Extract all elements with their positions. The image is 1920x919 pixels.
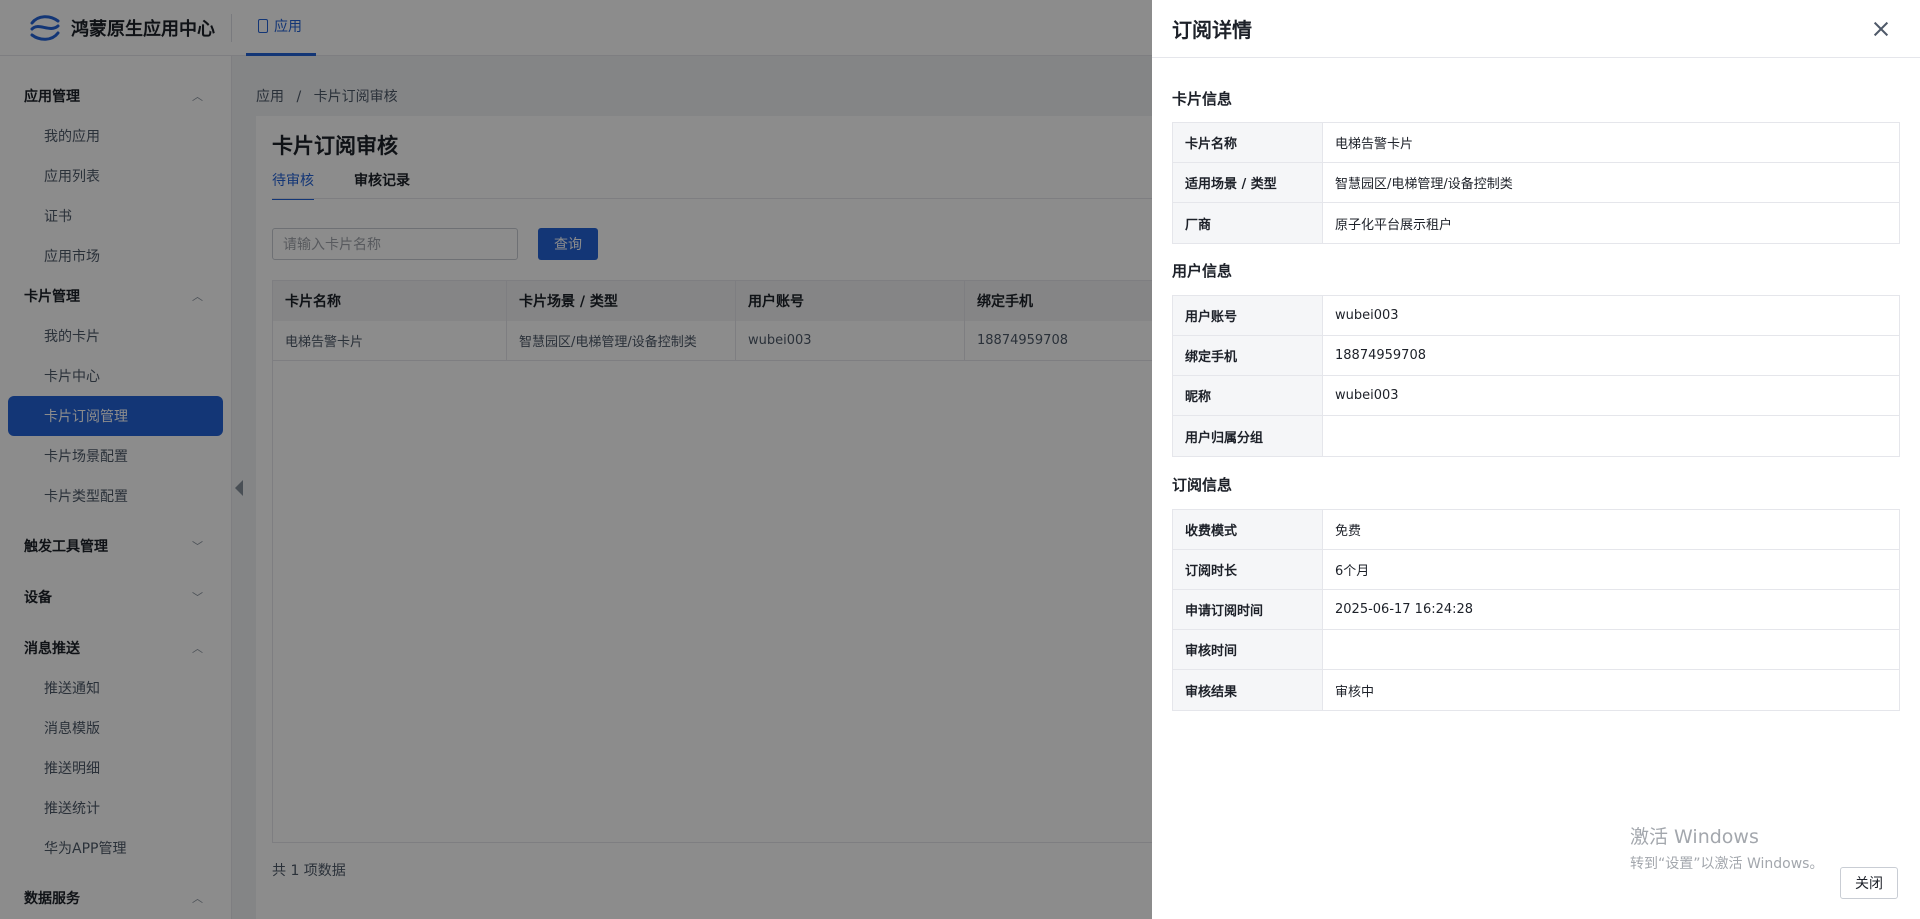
detail-value (1323, 416, 1899, 456)
windows-activation-watermark: 激活 Windows 转到“设置”以激活 Windows。 (1630, 822, 1823, 873)
detail-label: 昵称 (1173, 376, 1323, 415)
drawer-header: 订阅详情 (1152, 0, 1920, 58)
detail-value: 2025-06-17 16:24:28 (1335, 602, 1474, 617)
watermark-line2: 转到“设置”以激活 Windows。 (1630, 856, 1824, 872)
detail-value: wubei003 (1335, 388, 1399, 403)
detail-value: wubei003 (1335, 308, 1399, 323)
detail-label: 用户账号 (1173, 296, 1323, 335)
detail-value: 免费 (1335, 524, 1362, 539)
detail-label: 适用场景 / 类型 (1173, 163, 1323, 202)
detail-value: 6个月 (1335, 564, 1370, 579)
detail-row: 厂商 原子化平台展示租户 (1173, 203, 1899, 243)
detail-label: 审核结果 (1173, 670, 1323, 710)
drawer-title: 订阅详情 (1172, 18, 1252, 42)
detail-value: 电梯告警卡片 (1335, 137, 1414, 152)
detail-label: 绑定手机 (1173, 336, 1323, 375)
watermark-line1: 激活 Windows (1630, 826, 1759, 848)
user-info-table: 用户账号 wubei003 绑定手机 18874959708 昵称 wubei0… (1172, 295, 1900, 457)
detail-value (1323, 630, 1899, 669)
detail-label: 收费模式 (1173, 510, 1323, 549)
detail-row: 审核时间 (1173, 630, 1899, 670)
detail-row: 卡片名称 电梯告警卡片 (1173, 123, 1899, 163)
detail-row: 昵称 wubei003 (1173, 376, 1899, 416)
detail-value: 智慧园区/电梯管理/设备控制类 (1335, 177, 1513, 192)
detail-value: 18874959708 (1335, 348, 1426, 363)
detail-row: 申请订阅时间 2025-06-17 16:24:28 (1173, 590, 1899, 630)
detail-row: 适用场景 / 类型 智慧园区/电梯管理/设备控制类 (1173, 163, 1899, 203)
subscription-info-table: 收费模式 免费 订阅时长 6个月 申请订阅时间 2025-06-17 16:24… (1172, 509, 1900, 711)
close-icon[interactable] (1870, 18, 1892, 40)
detail-row: 收费模式 免费 (1173, 510, 1899, 550)
detail-value: 原子化平台展示租户 (1335, 217, 1453, 233)
detail-label: 订阅时长 (1173, 550, 1323, 589)
subscription-detail-drawer: 订阅详情 卡片信息 卡片名称 电梯告警卡片 适用场景 / 类型 智慧园区/电梯管… (1152, 0, 1920, 919)
detail-row: 用户归属分组 (1173, 416, 1899, 456)
detail-row: 用户账号 wubei003 (1173, 296, 1899, 336)
close-button[interactable]: 关闭 (1840, 867, 1898, 899)
section-title-subscription-info: 订阅信息 (1172, 476, 1233, 494)
section-title-user-info: 用户信息 (1172, 262, 1233, 280)
detail-value: 审核中 (1335, 684, 1375, 700)
detail-label: 厂商 (1173, 203, 1323, 243)
detail-label: 卡片名称 (1173, 123, 1323, 162)
detail-row: 绑定手机 18874959708 (1173, 336, 1899, 376)
detail-row: 订阅时长 6个月 (1173, 550, 1899, 590)
detail-label: 用户归属分组 (1173, 416, 1323, 456)
detail-row: 审核结果 审核中 (1173, 670, 1899, 710)
card-info-table: 卡片名称 电梯告警卡片 适用场景 / 类型 智慧园区/电梯管理/设备控制类 厂商… (1172, 122, 1900, 244)
detail-label: 申请订阅时间 (1173, 590, 1323, 629)
section-title-card-info: 卡片信息 (1172, 90, 1233, 108)
detail-label: 审核时间 (1173, 630, 1323, 669)
